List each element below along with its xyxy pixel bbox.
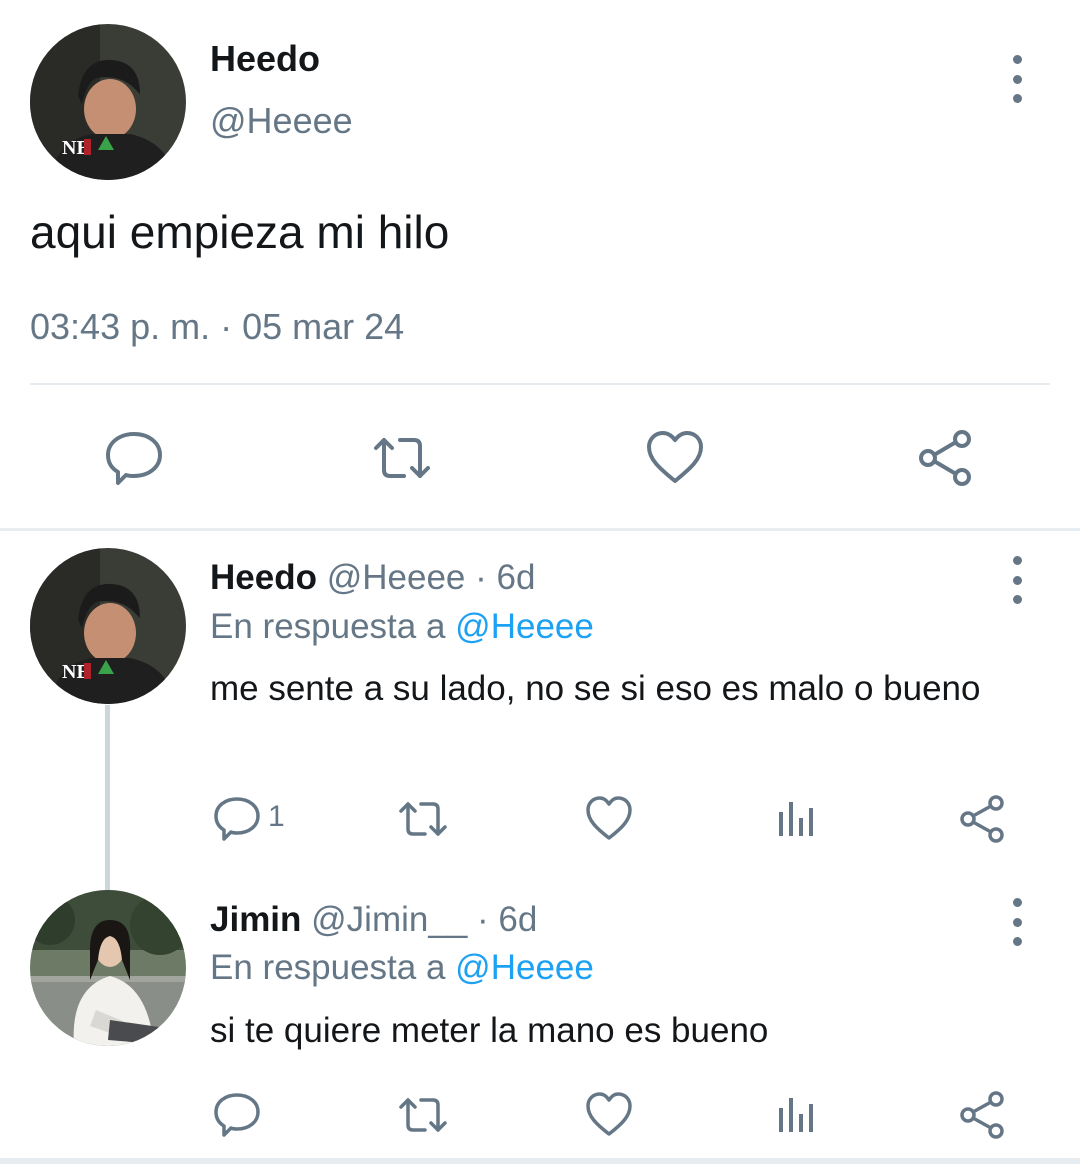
author-name[interactable]: Heedo — [210, 38, 320, 80]
divider — [30, 383, 1050, 385]
share-icon[interactable] — [958, 794, 1008, 844]
like-icon[interactable] — [584, 1090, 634, 1140]
reply-text: si te quiere meter la mano es bueno — [210, 1011, 769, 1050]
avatar[interactable]: NE — [30, 548, 186, 704]
thread-connector — [105, 705, 110, 890]
avatar[interactable]: NE — [30, 24, 186, 180]
like-icon[interactable] — [645, 428, 705, 488]
author-name[interactable]: Jimin — [210, 900, 301, 939]
reply-prefix: En respuesta a — [210, 607, 446, 646]
analytics-icon[interactable] — [770, 794, 820, 844]
like-icon[interactable] — [584, 794, 634, 844]
more-options-icon[interactable] — [1005, 556, 1029, 604]
mention-link[interactable]: @Heeee — [455, 607, 594, 646]
reply-text: me sente a su lado, no se si eso es malo… — [210, 669, 981, 708]
retweet-icon[interactable] — [372, 428, 432, 488]
main-tweet: NE Heedo @Heeee aqui empieza mi hilo 03:… — [0, 0, 1080, 530]
author-handle[interactable]: @Jimin__ · 6d — [311, 900, 537, 939]
retweet-icon[interactable] — [398, 1090, 448, 1140]
analytics-icon[interactable] — [770, 1090, 820, 1140]
author-handle[interactable]: @Heeee · 6d — [327, 558, 536, 597]
reply-prefix: En respuesta a — [210, 948, 446, 987]
reply-context: En respuesta a @Heeee — [210, 607, 594, 647]
reply-icon[interactable] — [212, 1090, 262, 1140]
author-handle[interactable]: @Heeee — [210, 100, 353, 142]
section-divider — [0, 528, 1080, 531]
bottom-divider — [0, 1158, 1080, 1164]
tweet-text: aqui empieza mi hilo — [30, 206, 450, 258]
reply-header: Heedo @Heeee · 6d — [210, 558, 535, 598]
reply-icon[interactable] — [212, 794, 262, 844]
reply-icon[interactable] — [104, 428, 164, 488]
more-options-icon[interactable] — [1005, 55, 1029, 103]
more-options-icon[interactable] — [1005, 898, 1029, 946]
avatar[interactable] — [30, 890, 186, 1046]
reply-context: En respuesta a @Heeee — [210, 948, 594, 988]
tweet-timestamp[interactable]: 03:43 p. m. · 05 mar 24 — [30, 306, 404, 348]
retweet-icon[interactable] — [398, 794, 448, 844]
reply-count: 1 — [268, 800, 285, 833]
share-icon[interactable] — [916, 428, 976, 488]
reply-header: Jimin @Jimin__ · 6d — [210, 900, 537, 940]
mention-link[interactable]: @Heeee — [455, 948, 594, 987]
share-icon[interactable] — [958, 1090, 1008, 1140]
author-name[interactable]: Heedo — [210, 558, 317, 597]
